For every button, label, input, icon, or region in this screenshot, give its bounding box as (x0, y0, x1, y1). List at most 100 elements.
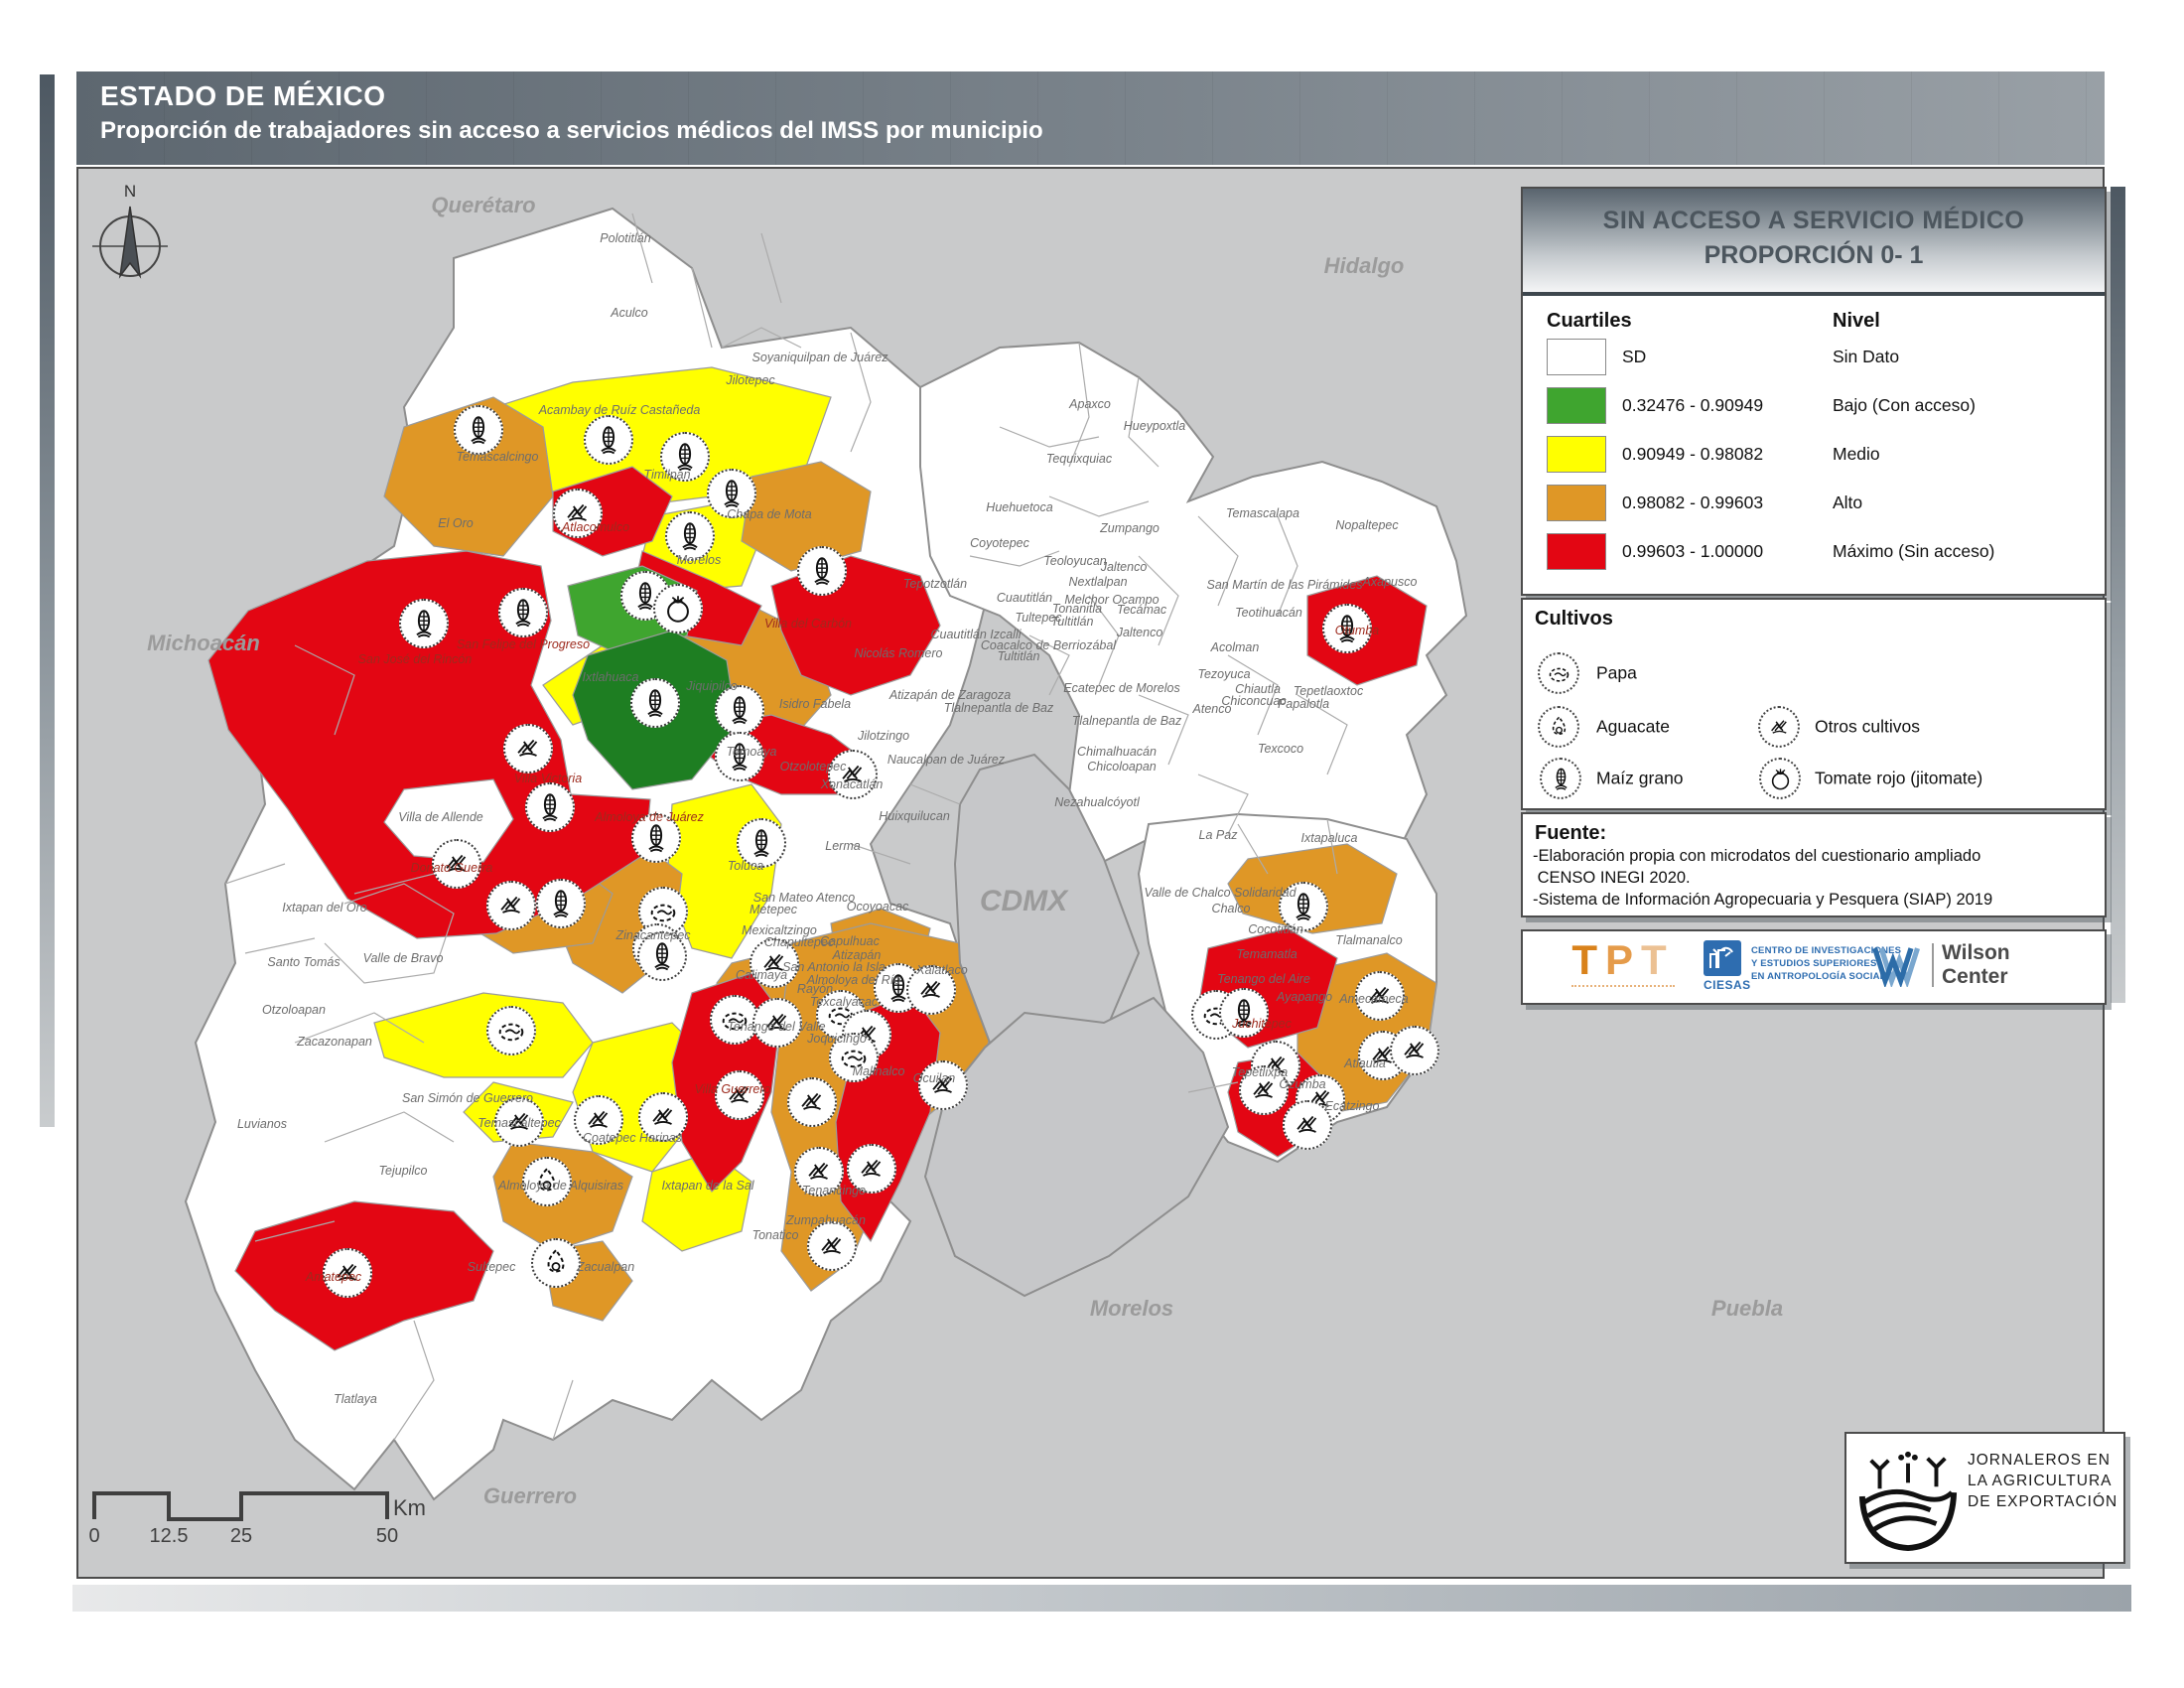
legend-swatch (1547, 339, 1606, 375)
municipality-label: Otumba (1335, 624, 1379, 637)
legend-panel: SIN ACCESO A SERVICIO MÉDICO PROPORCIÓN … (1521, 187, 2107, 596)
municipality-label: Apaxco (1069, 397, 1111, 411)
maiz-icon (454, 405, 503, 455)
legend-range: 0.99603 - 1.00000 (1622, 541, 1833, 562)
municipality-label: Isidro Fabela (779, 697, 851, 711)
municipality-label: Valle de Chalco Solidaridad (1144, 886, 1296, 900)
maiz-icon (399, 599, 449, 648)
legend-col-cuartiles: Cuartiles (1547, 310, 1833, 333)
fuente-lines: -Elaboración propia con microdatos del c… (1523, 845, 2105, 911)
legend-level: Bajo (Con acceso) (1833, 395, 2105, 416)
municipality-label: Huixquilucan (879, 809, 950, 823)
municipality-label: Xonacatlán (821, 777, 884, 791)
municipality-label: San Martín de las Pirámides (1206, 578, 1362, 592)
municipality-label: Villa del Carbón (764, 617, 852, 631)
legend-row: 0.90949 - 0.98082Medio (1523, 430, 2105, 479)
municipality-label: Zacazonapan (297, 1035, 372, 1049)
municipality-label: El Oro (438, 516, 473, 530)
municipality-label: San Antonio la Isla (782, 960, 886, 974)
jornaleros-text: JORNALEROS ENLA AGRICULTURADE EXPORTACIÓ… (1968, 1450, 2117, 1512)
tomate-icon (1759, 758, 1801, 799)
municipality-label: Hueypoxtla (1124, 419, 1186, 433)
legend-header: SIN ACCESO A SERVICIO MÉDICO PROPORCIÓN … (1523, 189, 2105, 296)
maiz-icon (584, 415, 633, 465)
tomate-icon (653, 584, 703, 633)
tpt-logo: TPT (1559, 939, 1688, 987)
municipality-label: Temascalapa (1226, 506, 1299, 520)
municipality-label: Texcalyacac (810, 995, 878, 1009)
municipality-label: Ocuilan (913, 1071, 955, 1085)
municipality-label: Zumpahuacán (786, 1213, 866, 1227)
cultivos-title: Cultivos (1535, 608, 2105, 631)
municipality-label: Coyotepec (970, 536, 1029, 550)
jornaleros-line: JORNALEROS EN (1968, 1450, 2117, 1471)
legend-rows: SDSin Dato0.32476 - 0.90949Bajo (Con acc… (1523, 333, 2105, 576)
municipality-label: Jaltenco (1101, 560, 1148, 574)
municipality-label: Santo Tomás (267, 955, 340, 969)
municipality-label: Tultitlán (998, 649, 1040, 663)
legend-swatch (1547, 533, 1606, 570)
fuente-line: CENSO INEGI 2020. (1533, 867, 2105, 889)
state-label: Hidalgo (1324, 253, 1405, 279)
municipality-label: Otzoloapan (262, 1003, 326, 1017)
municipality-label: Tepetlaoxtoc (1294, 684, 1363, 698)
municipality-label: Nezahualcóyotl (1054, 795, 1139, 809)
otros-icon (486, 881, 536, 930)
map-title: ESTADO DE MÉXICO (100, 80, 2105, 112)
municipality-label: Naucalpan de Juárez (887, 753, 1005, 767)
municipality-label: Tecámac (1117, 603, 1166, 617)
scale-tick-label: 50 (376, 1525, 398, 1548)
municipality-label: Jaltenco (1117, 626, 1163, 639)
legend-swatch (1547, 436, 1606, 473)
municipality-label: Coatepec Harinas (583, 1131, 682, 1145)
municipality-label: Amecameca (1339, 992, 1408, 1006)
municipality-label: Ozumba (1279, 1077, 1325, 1091)
logos-panel: TPT CIESAS CENTRO DE INVESTIGACIONESY ES… (1521, 929, 2107, 1005)
maiz-icon (525, 782, 575, 832)
municipality-label: Temamatla (1236, 947, 1297, 961)
state-label: CDMX (980, 885, 1067, 918)
map-subtitle: Proporción de trabajadores sin acceso a … (100, 117, 2105, 145)
municipality-label: Axapusco (1363, 575, 1418, 589)
municipality-label: Sultepec (468, 1260, 516, 1274)
ciesas-acronym: CIESAS (1704, 978, 1743, 992)
municipality-label: Huehuetoca (986, 500, 1052, 514)
municipality-label: Donato Guerra (411, 861, 493, 875)
municipality-label: Ecatzingo (1325, 1099, 1380, 1113)
municipality-label: Chicoloapan (1087, 760, 1157, 774)
municipality-label: Cocotitlán (1248, 922, 1303, 936)
legend-row: SDSin Dato (1523, 333, 2105, 381)
scale-tick-label: 25 (230, 1525, 252, 1548)
municipality-label: Temoaya (727, 745, 777, 759)
page: ESTADO DE MÉXICO Proporción de trabajado… (0, 0, 2184, 1688)
municipality-label: Chapa de Mota (727, 507, 811, 521)
legend-row: 0.99603 - 1.00000Máximo (Sin acceso) (1523, 527, 2105, 576)
municipality-label: Nopaltepec (1335, 518, 1398, 532)
papa-icon (486, 1006, 536, 1055)
municipality-label: Chimalhuacán (1077, 745, 1157, 759)
otros-icon (918, 1060, 968, 1110)
scale-tick-label: 0 (88, 1525, 99, 1548)
legend-title-line1: SIN ACCESO A SERVICIO MÉDICO (1523, 189, 2105, 235)
municipality-label: Joquicingo (807, 1032, 867, 1046)
municipality-label: Nicolás Romero (855, 646, 943, 660)
maiz-icon (536, 879, 586, 928)
municipality-label: Tejupilco (379, 1164, 428, 1178)
ciesas-mark: CIESAS (1704, 940, 1743, 992)
ciesas-icon (1704, 940, 1741, 976)
municipality-label: Tenancingo (802, 1184, 866, 1197)
fuente-panel: Fuente: -Elaboración propia con microdat… (1521, 812, 2107, 917)
jornaleros-field-icon (1854, 1446, 1962, 1553)
papa-icon (1538, 652, 1579, 694)
municipality-label: Ixtapaluca (1301, 831, 1358, 845)
state-label: Guerrero (483, 1483, 577, 1509)
legend-column-headers: Cuartiles Nivel (1523, 310, 2105, 333)
jornaleros-logo: JORNALEROS ENLA AGRICULTURADE EXPORTACIÓ… (1844, 1432, 2125, 1564)
wilson-w-mark (1872, 943, 1924, 987)
legend-range: SD (1622, 347, 1833, 367)
jornaleros-line: DE EXPORTACIÓN (1968, 1491, 2117, 1512)
municipality-label: Morelos (677, 553, 721, 567)
municipality-label: Cuautitlán (997, 591, 1052, 605)
municipality-label: San José del Rincón (358, 652, 473, 666)
legend-level: Medio (1833, 444, 2105, 465)
